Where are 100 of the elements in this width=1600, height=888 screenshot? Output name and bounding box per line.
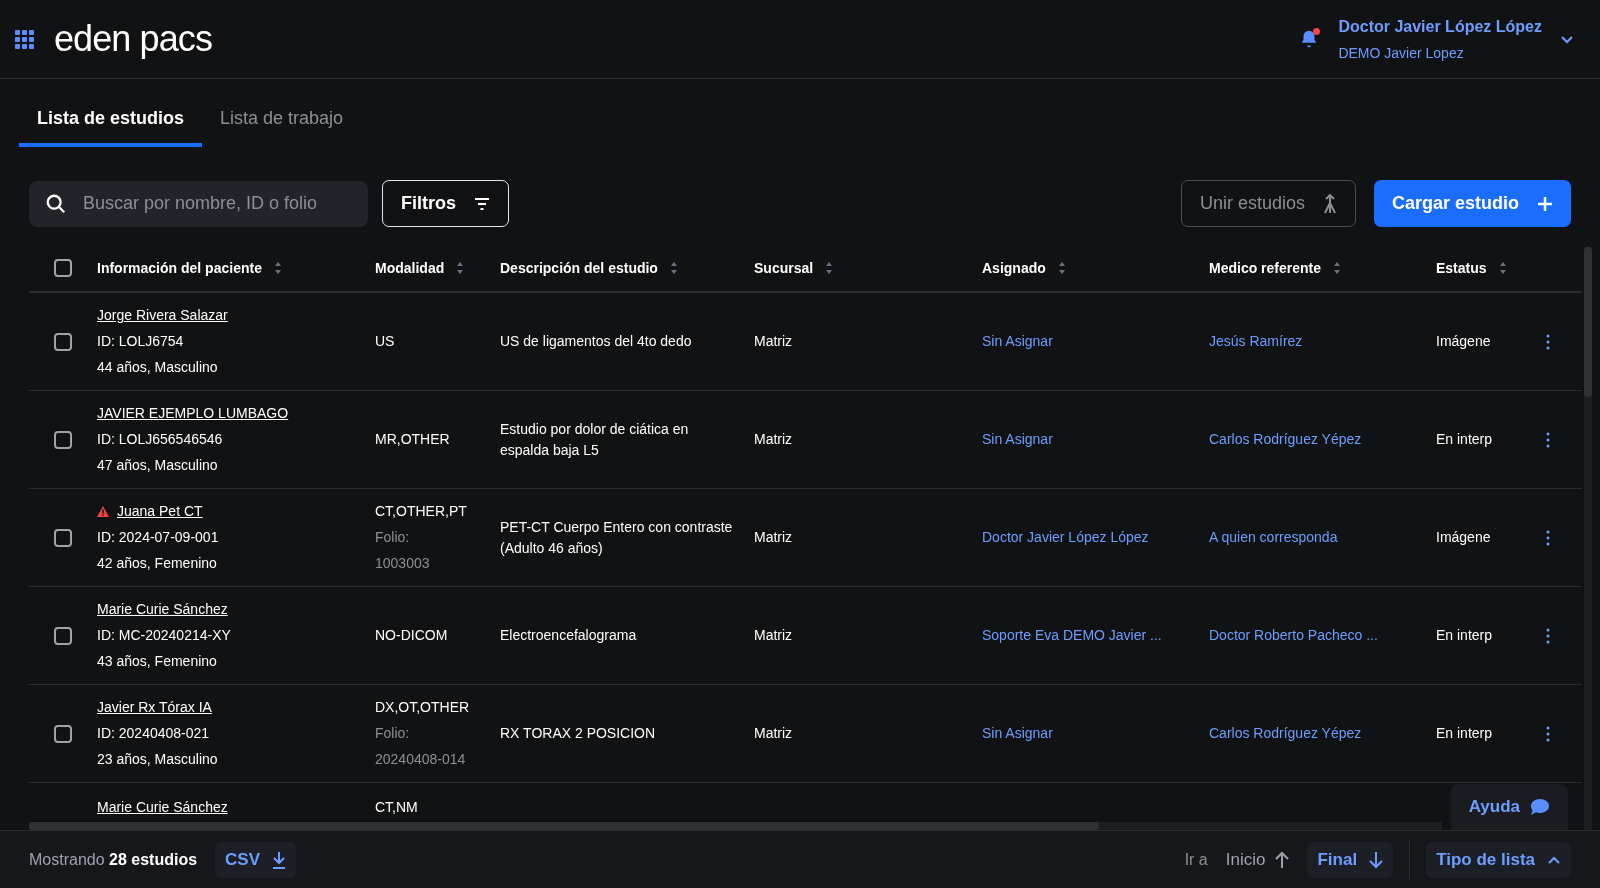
table-row[interactable]: JAVIER EJEMPLO LUMBAGO ID: LOLJ656546546 47 años, Masculino MR,OTHER Estudio por dolor de ciática en espalda baja L5 Matriz Sin Asignar Carlos Rodríguez Yépez En interp [29, 391, 1582, 489]
referrer-link[interactable]: Jesús Ramírez [1209, 333, 1303, 349]
study-description: Estudio por dolor de ciática en espalda baja L5 [500, 420, 689, 458]
folio: 1003003 [375, 554, 431, 573]
folio: 20240408-014 [375, 750, 467, 769]
horizontal-scrollbar[interactable] [29, 822, 1442, 830]
upload-study-button[interactable]: Cargar estudio [1373, 180, 1571, 227]
modality: US [375, 332, 396, 351]
checkbox[interactable] [54, 528, 72, 547]
patient-age-sex: 42 años, Femenino [97, 554, 218, 573]
patient-name-link[interactable]: JAVIER EJEMPLO LUMBAGO [97, 403, 289, 424]
results-count: Mostrando 28 estudios [29, 849, 198, 870]
user-name[interactable]: Doctor Javier López López [1338, 14, 1542, 39]
assigned-link[interactable]: Sin Asignar [982, 725, 1053, 741]
chevron-up-icon [1547, 854, 1561, 865]
status: En interp [1436, 431, 1493, 447]
tab[interactable]: Lista de estudios [19, 93, 203, 147]
download-icon [272, 850, 287, 869]
branch: Matriz [754, 627, 793, 643]
arrow-down-icon [1369, 850, 1384, 869]
study-description: PET-CT Cuerpo Entero con contraste (Adulto 46 años) [500, 518, 733, 556]
list-type-button[interactable]: Tipo de lista [1426, 841, 1571, 878]
csv-download-button[interactable]: CSV [215, 841, 297, 878]
branch: Matriz [754, 333, 793, 349]
search-icon [45, 192, 67, 215]
modality: DX,OT,OTHER [375, 698, 471, 717]
study-description: RX TORAX 2 POSICION [500, 725, 656, 741]
table-row[interactable]: Juana Pet CT ID: 2024-07-09-001 42 años, Femenino CT,OTHER,PT Folio: 1003003 PET-CT Cuerpo Entero con contraste (Adulto 46 años) Matriz Doctor Javier López López A quien corresponda Imágene [29, 489, 1582, 587]
patient-age-sex: 44 años, Masculino [97, 358, 219, 377]
logo: eden pacs [54, 21, 213, 57]
referrer-link[interactable]: Carlos Rodríguez Yépez [1209, 431, 1362, 447]
arrow-up-icon [1275, 850, 1290, 869]
patient-age-sex: 23 años, Masculino [97, 750, 219, 769]
patient-age-sex: 47 años, Masculino [97, 456, 219, 475]
folio-label: Folio: [375, 724, 411, 743]
branch: Matriz [754, 725, 793, 741]
study-description: US de ligamentos del 4to dedo [500, 333, 692, 349]
assigned-link[interactable]: Doctor Javier López López [982, 529, 1149, 545]
modality: CT,NM [375, 799, 418, 815]
sort-icon[interactable] [1498, 261, 1507, 275]
sort-icon[interactable] [1057, 261, 1066, 275]
sort-icon[interactable] [669, 261, 678, 275]
start-button[interactable]: Inicio [1223, 841, 1292, 878]
search-field[interactable]: Buscar por nombre, ID o folio [29, 180, 368, 227]
table-row[interactable]: Jorge Rivera Salazar ID: LOLJ6754 44 años, Masculino US US de ligamentos del 4to dedo Matriz Sin Asignar Jesús Ramírez Imágene [29, 293, 1582, 391]
patient-name-link[interactable]: Jorge Rivera Salazar [97, 305, 228, 326]
patient-id: ID: LOLJ6754 [97, 332, 185, 351]
referrer-link[interactable]: Doctor Roberto Pacheco ... [1209, 627, 1378, 643]
more-options-icon[interactable] [1546, 529, 1550, 546]
status: Imágene [1436, 333, 1491, 349]
patient-id: ID: MC-20240214-XY [97, 626, 232, 645]
more-options-icon[interactable] [1546, 725, 1550, 742]
app-grid-icon[interactable] [14, 29, 34, 49]
checkbox[interactable] [54, 626, 72, 645]
column-header[interactable]: Asignado [982, 257, 1046, 279]
search-input[interactable]: Buscar por nombre, ID o folio [83, 190, 333, 217]
patient-name-link[interactable]: Marie Curie Sánchez [97, 599, 228, 620]
vertical-scrollbar[interactable] [1584, 247, 1592, 830]
checkbox[interactable] [54, 724, 72, 743]
modality: CT,OTHER,PT [375, 502, 468, 521]
column-header[interactable]: Información del paciente [97, 257, 262, 279]
assigned-link[interactable]: Sin Asignar [982, 333, 1053, 349]
column-header[interactable]: Estatus [1436, 257, 1487, 279]
patient-id: ID: 20240408-021 [97, 724, 211, 743]
patient-id: ID: LOLJ656546546 [97, 430, 224, 449]
modality: NO-DICOM [375, 626, 449, 645]
table-row[interactable]: Marie Curie Sánchez ID: MC-20240214-XY 43 años, Femenino NO-DICOM Electroencefalograma Matriz Soporte Eva DEMO Javier ... Doctor Roberto Pacheco ... En interp [29, 587, 1582, 685]
assigned-link[interactable]: Soporte Eva DEMO Javier ... [982, 627, 1162, 643]
column-header[interactable]: Descripción del estudio [500, 257, 658, 279]
help-button[interactable]: Ayuda [1450, 784, 1568, 830]
folio-label: Folio: [375, 528, 411, 547]
plus-icon [1537, 195, 1553, 212]
status: En interp [1436, 627, 1493, 643]
patient-name-link[interactable]: Juana Pet CT [117, 501, 203, 522]
sort-icon[interactable] [273, 261, 282, 275]
patient-age-sex: 43 años, Femenino [97, 652, 218, 671]
more-options-icon[interactable] [1546, 431, 1550, 448]
more-options-icon[interactable] [1546, 627, 1550, 644]
tab[interactable]: Lista de trabajo [202, 93, 362, 147]
referrer-link[interactable]: A quien corresponda [1209, 529, 1338, 545]
filters-button[interactable]: Filtros [382, 180, 509, 227]
column-header[interactable]: Sucursal [754, 257, 814, 279]
column-header[interactable]: Medico referente [1209, 257, 1322, 279]
go-to-label: Ir a [1184, 849, 1208, 870]
patient-name-link[interactable]: Javier Rx Tórax IA [97, 697, 212, 718]
column-header[interactable]: Modalidad [375, 257, 445, 279]
assigned-link[interactable]: Sin Asignar [982, 431, 1053, 447]
sort-icon[interactable] [825, 261, 834, 275]
table-row[interactable]: Javier Rx Tórax IA ID: 20240408-021 23 años, Masculino DX,OT,OTHER Folio: 20240408-014 RX TORAX 2 POSICION Matriz Sin Asignar Carlos Rodríguez Yépez En interp [29, 685, 1582, 783]
checkbox[interactable] [54, 430, 72, 449]
more-options-icon[interactable] [1546, 333, 1550, 350]
patient-name-link[interactable]: Marie Curie Sánchez [97, 799, 228, 815]
checkbox[interactable] [54, 332, 72, 351]
checkbox[interactable] [54, 259, 72, 277]
end-button[interactable]: Final [1307, 841, 1394, 878]
sort-icon[interactable] [1333, 261, 1342, 275]
study-description: Electroencefalograma [500, 627, 637, 643]
referrer-link[interactable]: Carlos Rodríguez Yépez [1209, 725, 1362, 741]
sort-icon[interactable] [456, 261, 465, 275]
chat-bubble-icon [1530, 798, 1550, 816]
